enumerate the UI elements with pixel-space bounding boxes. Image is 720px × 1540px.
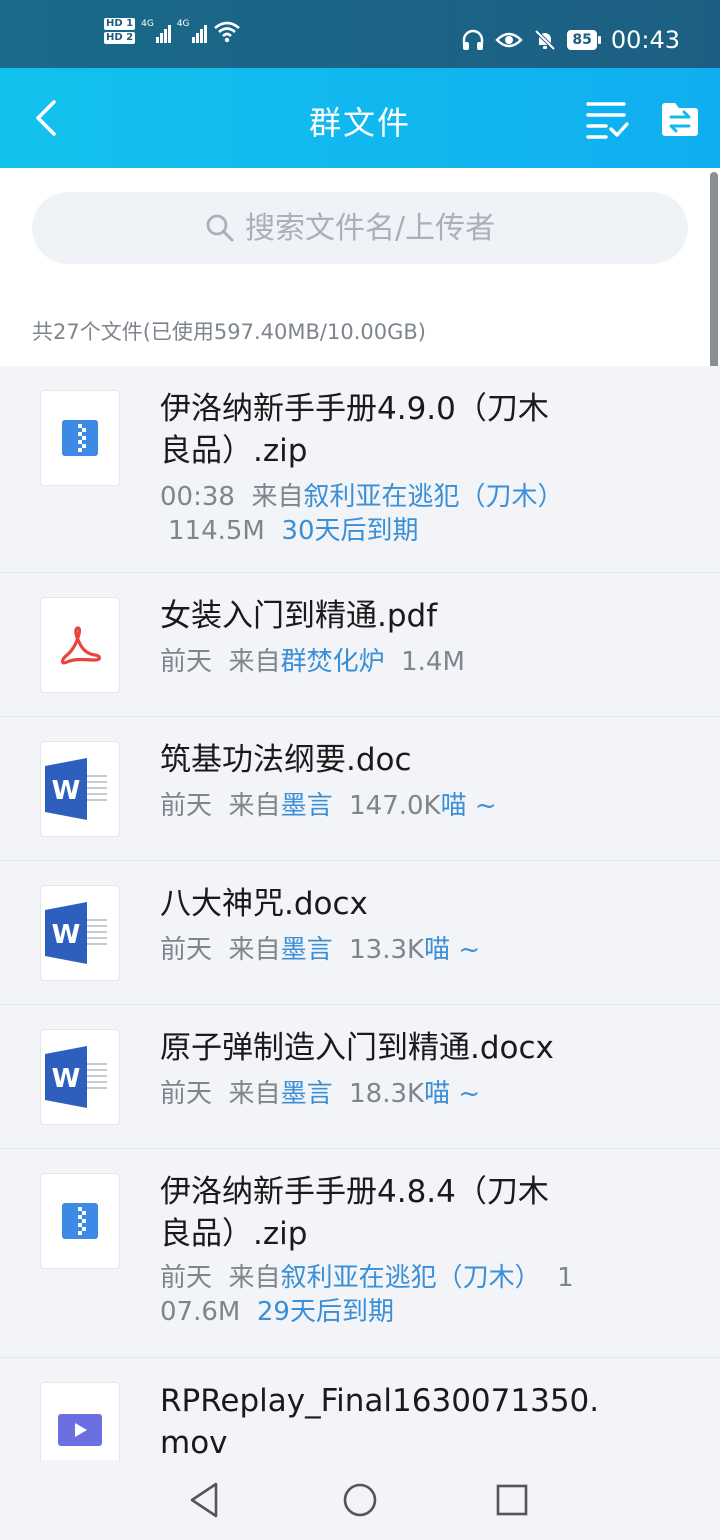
word-icon: W [40, 885, 120, 981]
file-item[interactable]: W 筑基功法纲要.doc 前天 来自墨言 147.0K喵 ~ [0, 717, 720, 861]
from-label: 来自 [228, 935, 281, 965]
expire-label: 29天后到期 [256, 1297, 394, 1327]
status-right: 85 00:43 [461, 26, 680, 54]
file-item[interactable]: RPReplay_Final1630071350. mov [0, 1358, 720, 1460]
eye-icon [495, 32, 524, 48]
storage-summary: 共27个文件(已使用597.40MB/10.00GB) [32, 320, 426, 344]
word-icon: W [40, 741, 120, 837]
file-name: 筑基功法纲要.doc [160, 742, 412, 778]
file-size: 147.0K [349, 791, 441, 821]
file-item[interactable]: 伊洛纳新手手册4.8.4（刀木 良品）.zip 前天 来自叙利亚在逃犯（刀木） … [0, 1149, 720, 1358]
upload-time: 前天 [160, 1079, 213, 1109]
nav-back-icon[interactable] [186, 1480, 226, 1520]
upload-time: 前天 [160, 647, 213, 677]
file-meta: 前天 来自墨言 18.3K喵 ~ [160, 1077, 610, 1111]
from-label: 来自 [228, 791, 281, 821]
system-nav-bar [0, 1460, 720, 1540]
sim2-label: HD 2 [104, 32, 136, 44]
uploader-link[interactable]: 叙利亚在逃犯（刀木） [303, 482, 563, 512]
search-input[interactable] [245, 210, 515, 246]
file-name: RPReplay_Final1630071350. mov [160, 1383, 600, 1460]
upload-time: 前天 [160, 935, 213, 965]
file-item[interactable]: 伊洛纳新手手册4.9.0（刀木 良品）.zip 00:38 来自叙利亚在逃犯（刀… [0, 366, 720, 573]
file-meta: 前天 来自墨言 13.3K喵 ~ [160, 933, 610, 967]
title-bar: 群文件 [0, 68, 720, 168]
svg-text:W: W [52, 1064, 81, 1094]
status-bar: HD 1 HD 2 4G 4G 85 00:43 [0, 0, 720, 68]
from-label: 来自 [228, 647, 281, 677]
file-size: 1.4M [401, 647, 465, 677]
status-left: HD 1 HD 2 4G 4G [104, 18, 241, 44]
file-meta: 前天 来自墨言 147.0K喵 ~ [160, 789, 610, 823]
battery-level: 85 [567, 30, 597, 50]
headphones-icon [463, 29, 484, 50]
file-size-part1: 1 [557, 1263, 574, 1293]
zip-icon [40, 1173, 120, 1269]
clock: 00:43 [610, 26, 680, 54]
file-name: 八大神咒.docx [160, 886, 368, 922]
file-meta: 00:38 来自叙利亚在逃犯（刀木） 114.5M 30天后到期 [160, 480, 610, 548]
mute-bell-icon [534, 29, 556, 51]
network-1-label: 4G [141, 19, 154, 29]
signal-2-icon: 4G [177, 19, 207, 43]
search-icon [206, 214, 234, 242]
file-list[interactable]: 伊洛纳新手手册4.9.0（刀木 良品）.zip 00:38 来自叙利亚在逃犯（刀… [0, 366, 720, 1460]
suffix-label: 喵 ~ [424, 935, 481, 965]
uploader-link[interactable]: 群焚化炉 [281, 647, 385, 677]
file-item[interactable]: W 八大神咒.docx 前天 来自墨言 13.3K喵 ~ [0, 861, 720, 1005]
video-icon [40, 1382, 120, 1460]
word-icon: W [40, 1029, 120, 1125]
upload-time: 前天 [160, 791, 213, 821]
file-meta: 前天 来自叙利亚在逃犯（刀木） 1 07.6M 29天后到期 [160, 1261, 610, 1329]
file-name: 原子弹制造入门到精通.docx [160, 1030, 554, 1066]
file-name: 女装入门到精通.pdf [160, 598, 438, 634]
file-item[interactable]: 女装入门到精通.pdf 前天 来自群焚化炉 1.4M [0, 573, 720, 717]
list-check-icon [586, 102, 629, 139]
signal-1-icon: 4G [141, 19, 171, 43]
sim-indicator: HD 1 HD 2 [104, 18, 136, 44]
file-item[interactable]: W 原子弹制造入门到精通.docx 前天 来自墨言 18.3K喵 ~ [0, 1005, 720, 1149]
uploader-link[interactable]: 墨言 [281, 935, 333, 965]
nav-recents-icon[interactable] [492, 1480, 532, 1520]
file-size: 114.5M [168, 516, 265, 546]
battery-icon: 85 [567, 30, 601, 50]
uploader-link[interactable]: 叙利亚在逃犯（刀木） [281, 1263, 541, 1293]
expire-label: 30天后到期 [281, 516, 419, 546]
suffix-label: 喵 ~ [440, 791, 497, 821]
svg-text:W: W [52, 776, 81, 806]
search-box[interactable] [32, 192, 688, 264]
search-section: 共27个文件(已使用597.40MB/10.00GB) [0, 168, 720, 366]
sim1-label: HD 1 [104, 18, 136, 30]
folder-transfer-icon [662, 103, 698, 136]
from-label: 来自 [228, 1079, 281, 1109]
upload-time: 00:38 [160, 482, 235, 512]
zip-icon [40, 390, 120, 486]
select-sort-button[interactable] [584, 98, 630, 140]
file-name: 伊洛纳新手手册4.8.4（刀木 [160, 1174, 549, 1210]
file-size: 13.3K [349, 935, 425, 965]
suffix-label: 喵 ~ [424, 1079, 481, 1109]
svg-text:W: W [52, 920, 81, 950]
network-2-label: 4G [176, 19, 190, 29]
folder-transfer-button[interactable] [660, 100, 700, 138]
uploader-link[interactable]: 墨言 [281, 1079, 333, 1109]
file-size: 18.3K [349, 1079, 425, 1109]
nav-home-icon[interactable] [340, 1480, 380, 1520]
file-name: 伊洛纳新手手册4.9.0（刀木 良品）.zip [160, 391, 549, 469]
file-meta: 前天 来自群焚化炉 1.4M [160, 645, 610, 679]
from-label: 来自 [228, 1263, 281, 1293]
from-label: 来自 [251, 482, 304, 512]
upload-time: 前天 [160, 1263, 213, 1293]
uploader-link[interactable]: 墨言 [281, 791, 333, 821]
file-name-line2: 良品）.zip [160, 1216, 308, 1252]
wifi-icon [213, 21, 240, 43]
pdf-icon [40, 597, 120, 693]
file-size-part2: 07.6M [160, 1297, 241, 1327]
